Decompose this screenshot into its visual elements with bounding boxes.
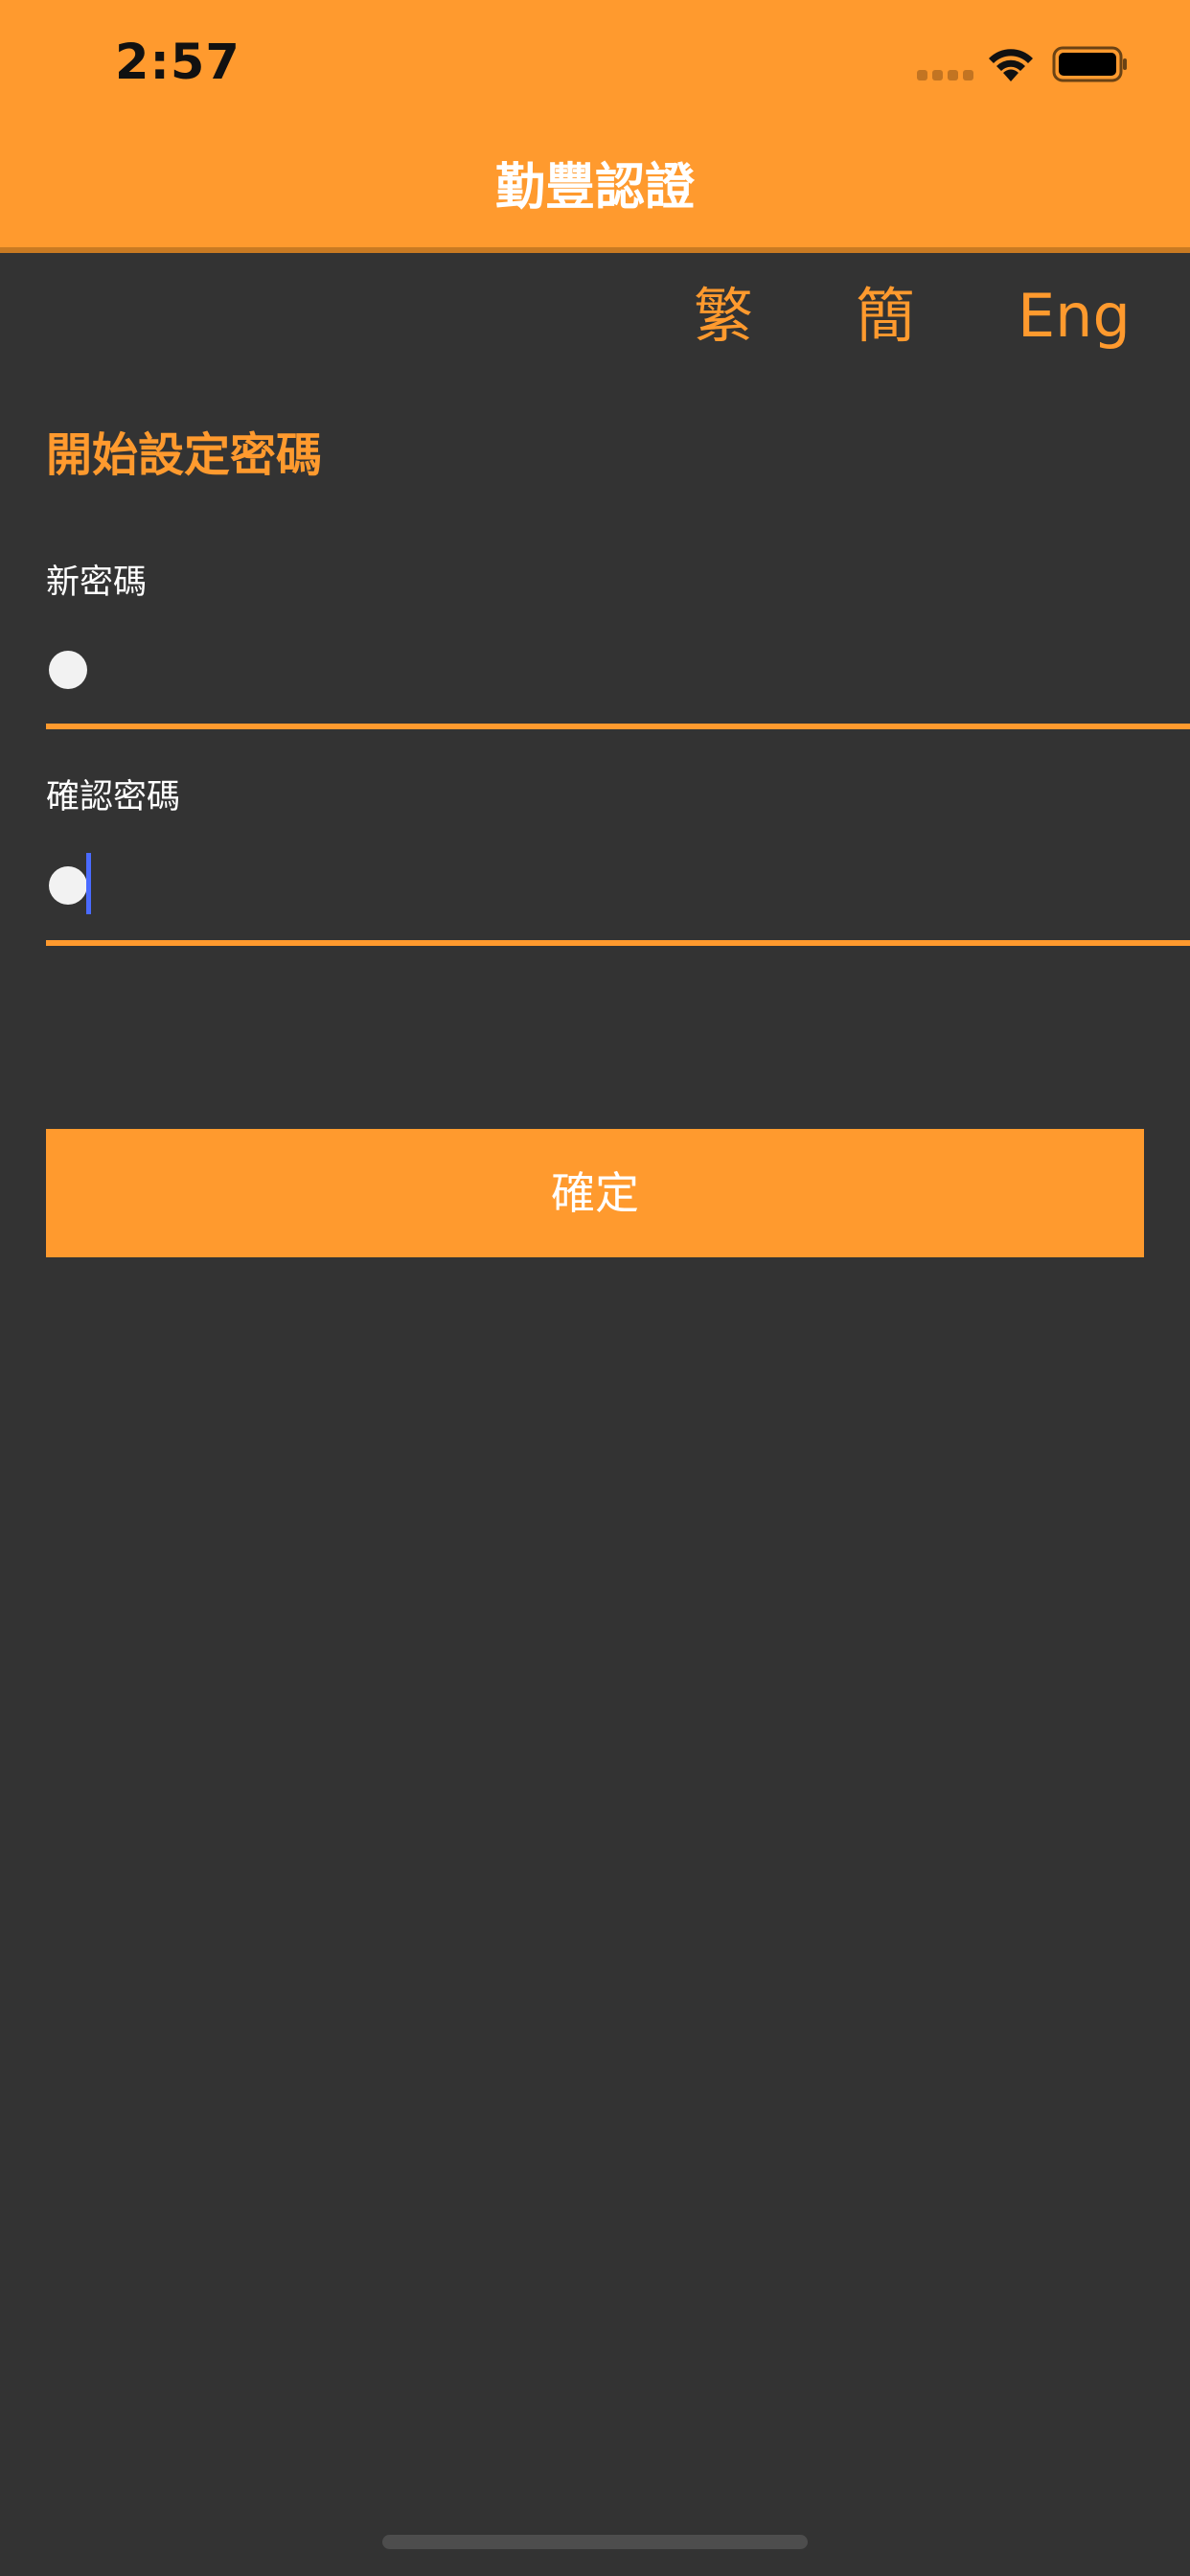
confirm-button[interactable]: 確定: [46, 1129, 1144, 1257]
battery-icon: [1052, 46, 1127, 82]
header-divider: [0, 247, 1190, 253]
language-traditional-button[interactable]: 繁: [694, 278, 753, 355]
new-password-field[interactable]: [46, 628, 1190, 714]
home-indicator[interactable]: [382, 2535, 808, 2549]
confirm-password-underline: [46, 940, 1190, 946]
text-cursor: [86, 853, 91, 914]
new-password-label: 新密碼: [46, 564, 148, 602]
cellular-signal-icon: [917, 70, 973, 80]
form-title: 開始設定密碼: [46, 428, 323, 482]
language-english-button[interactable]: Eng: [1018, 278, 1131, 355]
status-time: 2:57: [115, 34, 240, 91]
nav-title: 勤豐認證: [494, 159, 695, 217]
confirm-password-field[interactable]: [46, 843, 1190, 930]
language-simplified-button[interactable]: 簡: [856, 278, 915, 355]
wifi-icon: [989, 49, 1033, 81]
password-mask-dot: [49, 866, 87, 905]
new-password-underline: [46, 724, 1190, 729]
confirm-password-label: 確認密碼: [46, 778, 181, 816]
password-mask-dot: [49, 651, 87, 689]
